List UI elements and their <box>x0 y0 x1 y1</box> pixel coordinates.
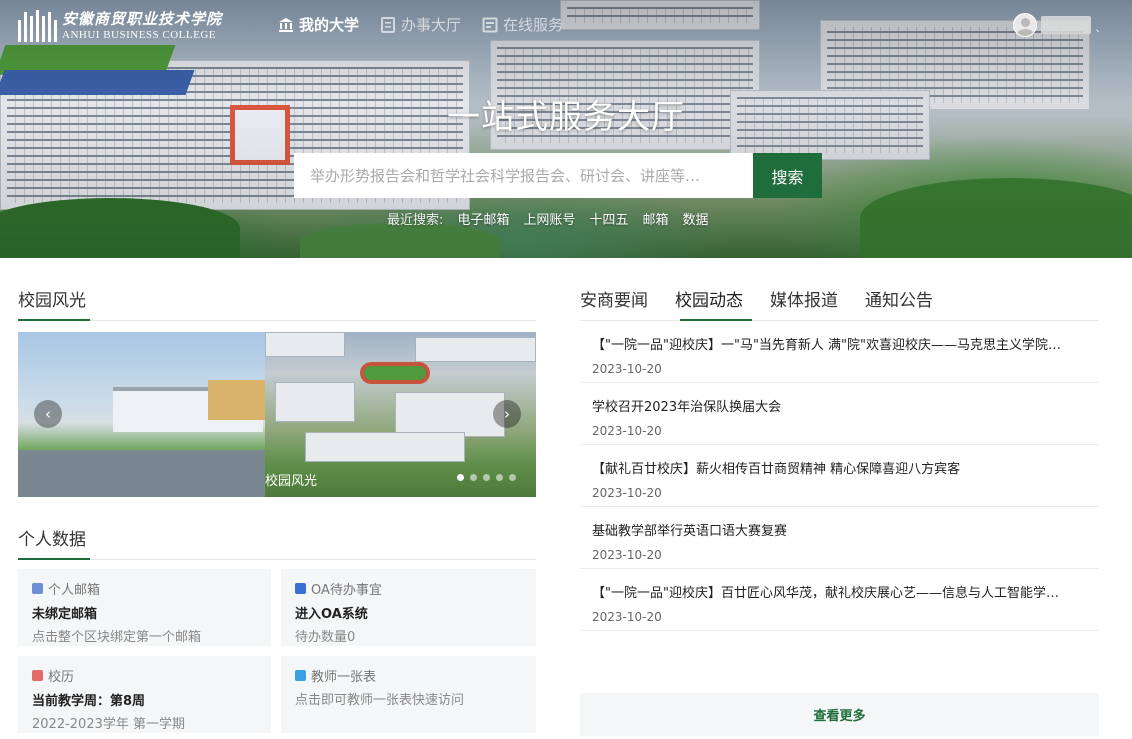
user-caret-icon: ˎ <box>1095 18 1101 32</box>
nav-label: 办事大厅 <box>401 16 462 34</box>
news-date: 2023-10-20 <box>592 486 662 500</box>
card-oa-todo[interactable]: OA待办事宜 进入OA系统 待办数量0 <box>281 569 536 646</box>
tab-notices[interactable]: 通知公告 <box>865 286 933 311</box>
recent-search-item[interactable]: 十四五 <box>589 209 628 228</box>
news-title[interactable]: 【献礼百廿校庆】薪火相传百廿商贸精神 精心保障喜迎八方宾客 <box>592 458 1062 477</box>
news-list-item[interactable]: 【献礼百廿校庆】薪火相传百廿商贸精神 精心保障喜迎八方宾客 2023-10-20 <box>580 445 1099 507</box>
card-sub: 2022-2023学年 第一学期 <box>32 717 185 732</box>
college-logo[interactable]: 安徽商贸职业技术学院 ANHUI BUSINESS COLLEGE <box>18 9 222 43</box>
avatar[interactable] <box>1013 13 1037 37</box>
section-title-scenery: 校园风光 <box>18 291 86 311</box>
news-title[interactable]: 【"一院一品"迎校庆】一"马"当先育新人 满"院"欢喜迎校庆——马克思主义学院开… <box>592 334 1062 353</box>
nav-my-university[interactable]: 我的大学 <box>278 14 359 35</box>
nav-label: 我的大学 <box>299 16 360 34</box>
service-icon <box>482 17 498 33</box>
card-main: 未绑定邮箱 <box>32 607 98 622</box>
logo-text: 安徽商贸职业技术学院 ANHUI BUSINESS COLLEGE <box>62 9 223 41</box>
university-icon <box>278 17 294 33</box>
section-title-personal: 个人数据 <box>18 530 86 550</box>
search-input[interactable] <box>294 153 753 198</box>
recent-search-item[interactable]: 电子邮箱 <box>457 209 509 228</box>
divider <box>18 320 536 321</box>
search-button[interactable]: 搜索 <box>753 153 822 198</box>
recent-search-item[interactable]: 上网账号 <box>523 209 575 228</box>
carousel-next-button[interactable]: › <box>493 400 521 428</box>
card-teacher-table[interactable]: 教师一张表 点击即可教师一张表快速访问 <box>281 656 536 733</box>
nav-online-service[interactable]: 在线服务 <box>482 14 563 35</box>
card-main: 当前教学周：第8周 <box>32 694 146 709</box>
carousel-dot[interactable] <box>496 474 503 481</box>
carousel-dot[interactable] <box>509 474 516 481</box>
document-icon <box>380 16 396 33</box>
news-date: 2023-10-20 <box>592 610 662 624</box>
news-title[interactable]: 学校召开2023年治保队换届大会 <box>592 396 1062 415</box>
tab-campus-news[interactable]: 校园动态 <box>675 286 743 311</box>
news-title[interactable]: 基础教学部举行英语口语大赛复赛 <box>592 520 1062 539</box>
news-title[interactable]: 【"一院一品"迎校庆】百廿匠心风华茂，献礼校庆展心艺——信息与人工智能学院开展系… <box>592 582 1062 601</box>
search-bar: 搜索 <box>294 153 822 198</box>
hero-title: 一站式服务大厅 <box>447 97 685 136</box>
recent-searches: 最近搜索: 电子邮箱 上网账号 十四五 邮箱 数据 <box>387 209 708 228</box>
carousel-dot[interactable] <box>483 474 490 481</box>
logo-cn: 安徽商贸职业技术学院 <box>62 9 223 28</box>
card-label: 教师一张表 <box>311 670 377 685</box>
table-icon <box>295 670 306 681</box>
news-date: 2023-10-20 <box>592 362 662 376</box>
recent-search-item[interactable]: 邮箱 <box>642 209 668 228</box>
card-personal-mail[interactable]: 个人邮箱 未绑定邮箱 点击整个区块绑定第一个邮箱 <box>18 569 271 646</box>
chevron-right-icon: › <box>504 405 510 423</box>
card-label: OA待办事宜 <box>311 583 382 598</box>
news-list-item[interactable]: 【"一院一品"迎校庆】一"马"当先育新人 满"院"欢喜迎校庆——马克思主义学院开… <box>580 321 1099 383</box>
news-list-item[interactable]: 基础教学部举行英语口语大赛复赛 2023-10-20 <box>580 507 1099 569</box>
card-sub: 点击整个区块绑定第一个邮箱 <box>32 630 202 645</box>
oa-icon <box>295 583 306 594</box>
card-main: 进入OA系统 <box>295 607 368 622</box>
news-date: 2023-10-20 <box>592 548 662 562</box>
tab-anshang-news[interactable]: 安商要闻 <box>580 286 648 311</box>
recent-search-item[interactable]: 数据 <box>682 209 708 228</box>
news-list-item[interactable]: 学校召开2023年治保队换届大会 2023-10-20 <box>580 383 1099 445</box>
card-school-calendar[interactable]: 校历 当前教学周：第8周 2022-2023学年 第一学期 <box>18 656 271 733</box>
carousel-dot[interactable] <box>457 474 464 481</box>
section-underline <box>18 558 90 560</box>
recent-searches-label: 最近搜索: <box>387 213 444 228</box>
view-more-button[interactable]: 查看更多 <box>580 693 1099 736</box>
divider <box>18 559 536 560</box>
top-nav: 我的大学 办事大厅 在线服务 <box>278 14 563 35</box>
card-sub: 点击即可教师一张表快速访问 <box>295 693 465 708</box>
card-label: 个人邮箱 <box>48 583 101 598</box>
logo-en: ANHUI BUSINESS COLLEGE <box>62 28 216 41</box>
card-sub: 待办数量0 <box>295 630 356 645</box>
news-list-item[interactable]: 【"一院一品"迎校庆】百廿匠心风华茂，献礼校庆展心艺——信息与人工智能学院开展系… <box>580 569 1099 631</box>
user-menu[interactable]: ˎ <box>1013 13 1101 37</box>
hero-banner: 安徽商贸职业技术学院 ANHUI BUSINESS COLLEGE 我的大学 办… <box>0 0 1132 258</box>
tab-media-reports[interactable]: 媒体报道 <box>770 286 838 311</box>
section-underline <box>18 319 90 321</box>
nav-service-hall[interactable]: 办事大厅 <box>380 14 461 35</box>
carousel-prev-button[interactable]: ‹ <box>34 400 62 428</box>
logo-mark-icon <box>18 10 58 42</box>
mail-icon <box>32 583 43 594</box>
news-tabs: 安商要闻 校园动态 媒体报道 通知公告 <box>580 286 933 311</box>
carousel-dots <box>457 474 516 481</box>
carousel-dot[interactable] <box>470 474 477 481</box>
nav-label: 在线服务 <box>503 16 564 34</box>
chevron-left-icon: ‹ <box>45 405 51 423</box>
carousel-caption: 校园风光 <box>265 474 318 489</box>
calendar-icon <box>32 670 43 681</box>
user-name-redacted <box>1041 16 1091 34</box>
card-label: 校历 <box>48 670 75 685</box>
news-date: 2023-10-20 <box>592 424 662 438</box>
